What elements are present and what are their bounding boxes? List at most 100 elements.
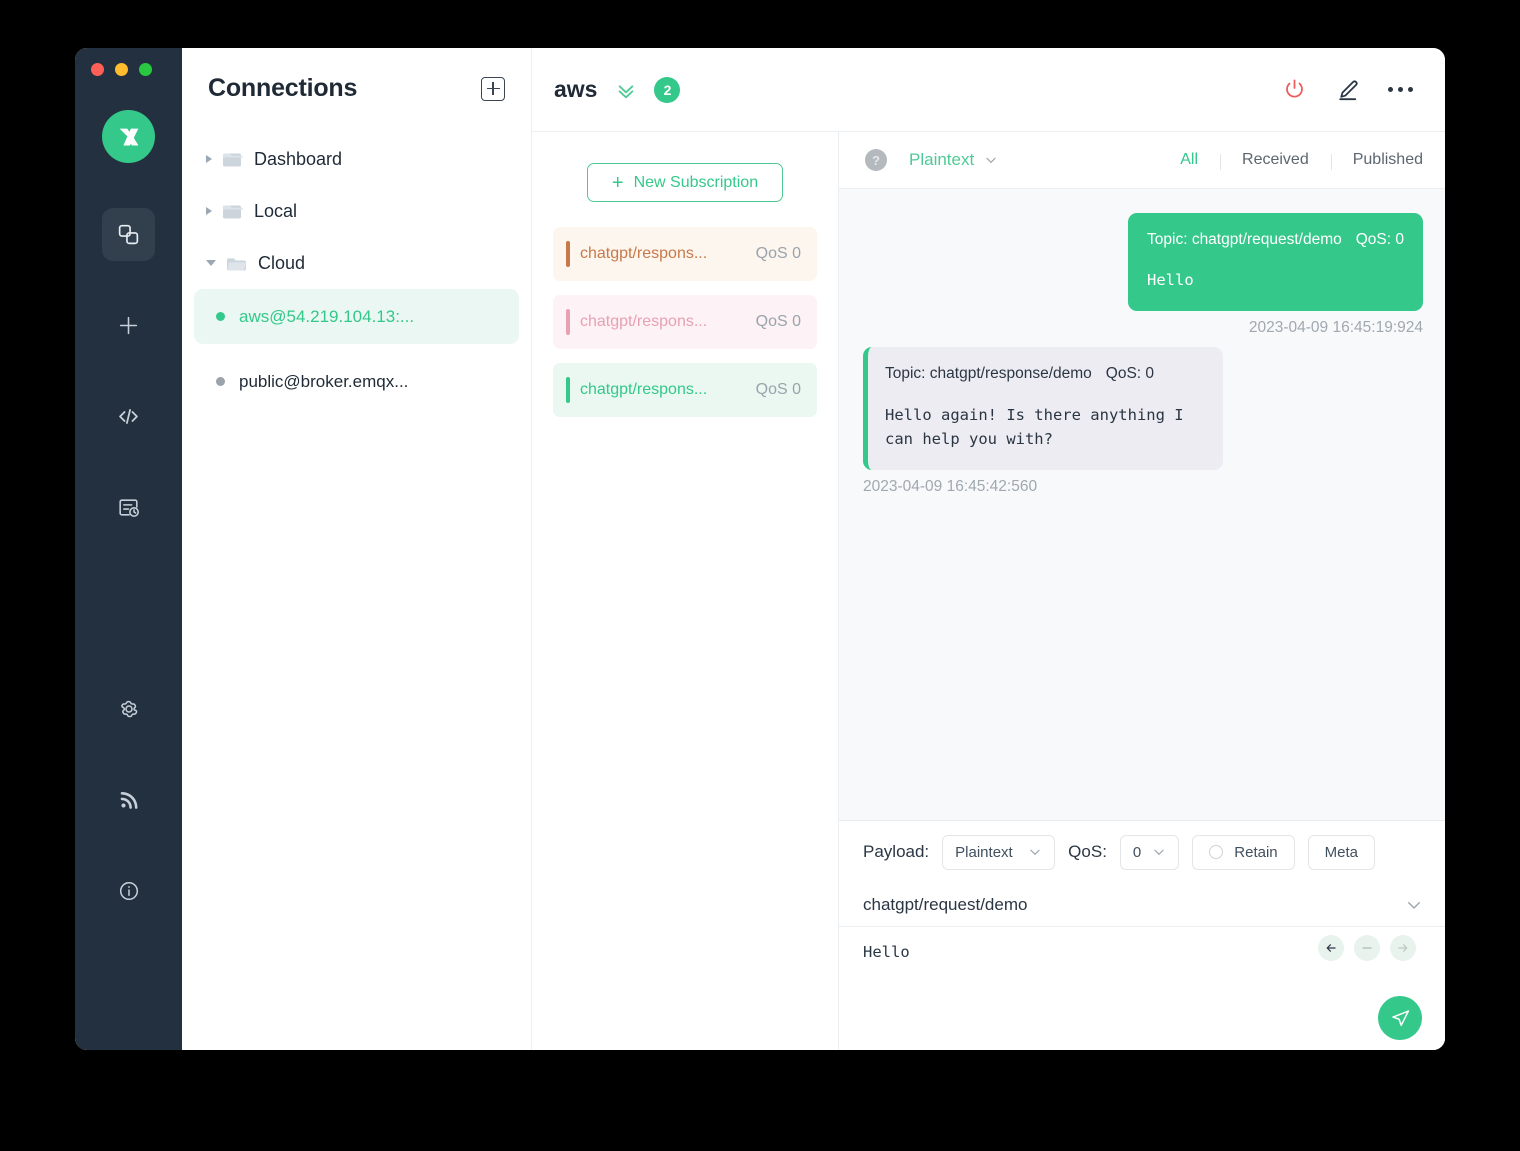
connections-header: Connections <box>182 48 531 103</box>
publish-topic-value: chatgpt/request/demo <box>863 894 1028 914</box>
subscription-color-bar <box>566 377 570 403</box>
tree-group-label: Dashboard <box>254 148 343 169</box>
arrow-right-icon[interactable] <box>1390 935 1416 961</box>
message-row-received: Topic: chatgpt/response/demo QoS: 0 Hello… <box>863 347 1423 496</box>
main-area: aws 2 + New Subscription chatgpt/respons… <box>532 48 1445 1050</box>
close-window-button[interactable] <box>91 63 104 76</box>
connection-name: aws@54.219.104.13:... <box>239 306 415 326</box>
publish-qos-select[interactable]: 0 <box>1119 834 1180 870</box>
message-qos: QoS: 0 <box>1355 231 1404 248</box>
payload-label: Payload: <box>863 842 930 861</box>
sidebar-item-new-connection[interactable] <box>102 299 155 352</box>
tree-group-label: Local <box>254 200 298 221</box>
message-bubble[interactable]: Topic: chatgpt/request/demo QoS: 0 Hello <box>1128 213 1423 312</box>
publish-panel: Payload: Plaintext QoS: 0 Retain Meta ch… <box>839 820 1445 1050</box>
send-button[interactable] <box>1378 996 1422 1040</box>
app-window: Connections Dashboard Local Cloud aws@54… <box>75 48 1445 1050</box>
subscriptions-panel: + New Subscription chatgpt/respons... Qo… <box>532 132 839 1050</box>
connection-item-public[interactable]: public@broker.emqx... <box>194 354 519 409</box>
filter-published[interactable]: Published <box>1330 151 1423 170</box>
subscription-item[interactable]: chatgpt/respons... QoS 0 <box>553 295 817 349</box>
payload-format-value: Plaintext <box>909 150 975 169</box>
more-dots-icon[interactable] <box>1388 87 1413 92</box>
messages-toolbar: ? Plaintext All Received Published <box>839 132 1445 189</box>
connection-item-aws[interactable]: aws@54.219.104.13:... <box>194 289 519 344</box>
page-title: Connections <box>208 74 358 102</box>
connections-panel: Connections Dashboard Local Cloud aws@54… <box>182 48 532 1050</box>
add-connection-icon[interactable] <box>481 76 505 101</box>
payload-format-select[interactable]: Plaintext <box>909 150 998 170</box>
sidebar-item-settings[interactable] <box>102 682 155 735</box>
connection-title: aws <box>554 76 598 102</box>
retain-label: Retain <box>1234 843 1278 861</box>
tree-group-dashboard[interactable]: Dashboard <box>182 133 531 185</box>
publish-topic-row[interactable]: chatgpt/request/demo <box>839 883 1445 927</box>
subscription-qos: QoS 0 <box>755 381 801 398</box>
question-mark-icon[interactable]: ? <box>865 149 887 171</box>
sidebar-item-log[interactable] <box>102 481 155 534</box>
subscription-topic: chatgpt/respons... <box>580 381 708 398</box>
retain-toggle[interactable]: Retain <box>1192 834 1295 870</box>
status-dot-disconnected <box>216 377 225 386</box>
folder-open-icon <box>226 255 248 272</box>
radio-icon <box>1209 845 1224 859</box>
filter-all[interactable]: All <box>1158 151 1220 169</box>
subscription-topic: chatgpt/respons... <box>580 245 708 262</box>
message-topic: Topic: chatgpt/request/demo <box>1147 231 1342 248</box>
chevron-down-icon <box>1154 849 1164 855</box>
publish-payload-select[interactable]: Plaintext <box>942 834 1056 870</box>
connection-tree: Dashboard Local Cloud aws@54.219.104.13:… <box>182 133 531 409</box>
subscription-color-bar <box>566 309 570 335</box>
chevron-down-icon[interactable] <box>1405 896 1423 914</box>
topbar-actions <box>1282 77 1413 102</box>
subscription-color-bar <box>566 241 570 267</box>
arrow-left-icon[interactable] <box>1318 935 1344 961</box>
sidebar-item-connections[interactable] <box>102 208 155 261</box>
double-chevron-down-icon[interactable] <box>615 79 637 101</box>
message-timestamp: 2023-04-09 16:45:19:924 <box>1248 319 1423 337</box>
message-bubble[interactable]: Topic: chatgpt/response/demo QoS: 0 Hello… <box>863 347 1223 470</box>
edit-pencil-icon[interactable] <box>1335 77 1360 102</box>
minimize-window-button[interactable] <box>115 63 128 76</box>
chevron-right-icon[interactable] <box>206 155 212 163</box>
maximize-window-button[interactable] <box>139 63 152 76</box>
publish-options: Payload: Plaintext QoS: 0 Retain Meta <box>839 821 1445 883</box>
publish-qos-value: 0 <box>1132 843 1142 861</box>
tree-group-local[interactable]: Local <box>182 185 531 237</box>
qos-label: QoS: <box>1068 842 1107 861</box>
message-payload: Hello <box>1147 271 1194 290</box>
new-subscription-label: New Subscription <box>633 173 759 191</box>
tree-group-label: Cloud <box>258 252 306 273</box>
subscription-item[interactable]: chatgpt/respons... QoS 0 <box>553 363 817 417</box>
connection-name: public@broker.emqx... <box>239 371 409 391</box>
subscription-item[interactable]: chatgpt/respons... QoS 0 <box>553 227 817 281</box>
meta-button[interactable]: Meta <box>1307 834 1375 870</box>
sidebar-item-about[interactable] <box>102 864 155 917</box>
filter-received[interactable]: Received <box>1220 151 1331 170</box>
chevron-right-icon[interactable] <box>206 207 212 215</box>
tree-group-cloud[interactable]: Cloud <box>182 237 531 289</box>
sidebar-item-scripts[interactable] <box>102 390 155 443</box>
power-icon[interactable] <box>1282 77 1307 102</box>
editor-history-nav <box>1318 935 1416 961</box>
chevron-down-icon <box>986 157 996 163</box>
sidebar-item-broadcast[interactable] <box>102 773 155 826</box>
minus-icon[interactable] <box>1354 935 1380 961</box>
publish-editor[interactable]: Hello <box>839 927 1445 1050</box>
plus-icon: + <box>611 171 624 194</box>
subscription-list: chatgpt/respons... QoS 0 chatgpt/respons… <box>532 227 838 417</box>
message-row-published: Topic: chatgpt/request/demo QoS: 0 Hello … <box>863 213 1423 337</box>
publish-payload-value: Plaintext <box>955 843 1013 861</box>
message-header: Topic: chatgpt/response/demo QoS: 0 <box>885 363 1204 385</box>
meta-label: Meta <box>1324 843 1358 861</box>
subscription-qos: QoS 0 <box>755 313 801 330</box>
message-payload: Hello again! Is there anything I can hel… <box>885 405 1193 448</box>
new-subscription-button[interactable]: + New Subscription <box>587 163 783 202</box>
chevron-down-icon[interactable] <box>206 260 216 266</box>
chevron-down-icon <box>1030 849 1040 855</box>
mqttx-logo-icon <box>102 110 155 163</box>
rail-nav <box>75 208 182 955</box>
message-list[interactable]: Topic: chatgpt/request/demo QoS: 0 Hello … <box>839 189 1445 820</box>
subscription-qos: QoS 0 <box>755 245 801 262</box>
connection-topbar: aws 2 <box>532 48 1445 132</box>
